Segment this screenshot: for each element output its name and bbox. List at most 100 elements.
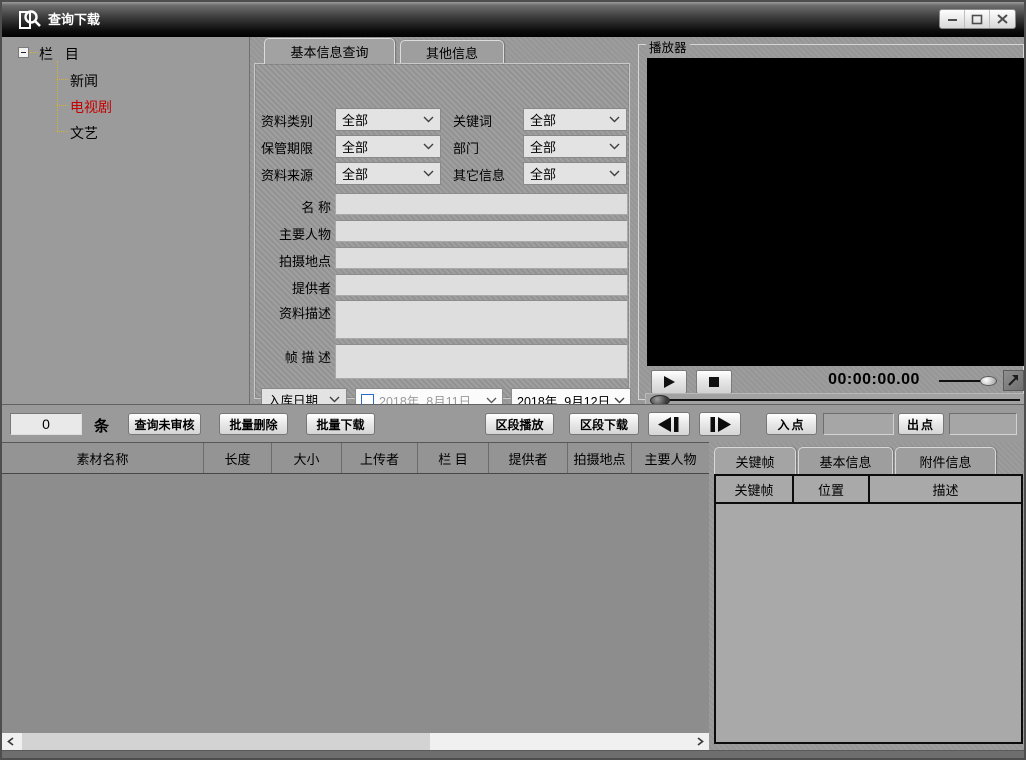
- minimize-button[interactable]: [940, 10, 965, 28]
- label-main-characters: 主要人物: [257, 224, 331, 243]
- tree-expand-toggle[interactable]: [18, 47, 29, 58]
- query-form-area: 基本信息查询 其他信息 资料类别 全部 关键词 全部 保管期限 全部 部门 全部: [250, 37, 634, 404]
- scroll-left-button[interactable]: [2, 733, 19, 750]
- label-shooting-location: 拍摄地点: [257, 251, 331, 270]
- detail-panel: 关键帧 基本信息 附件信息 关键帧 位置 描述: [709, 442, 1026, 750]
- dropdown-other-information[interactable]: 全部: [523, 162, 627, 185]
- tab-basic-info[interactable]: 基本信息: [798, 447, 893, 474]
- tree-item-arts[interactable]: 文艺: [70, 123, 98, 143]
- label-material-source: 资料来源: [261, 165, 313, 184]
- kf-column-header-description[interactable]: 描述: [870, 476, 1021, 502]
- segment-download-button[interactable]: 区段下载: [569, 413, 639, 435]
- chevron-right-icon: [697, 737, 704, 746]
- column-header-column[interactable]: 栏 目: [418, 443, 489, 473]
- column-header-length[interactable]: 长度: [204, 443, 272, 473]
- timecode-display: 00:00:00.00: [789, 371, 959, 389]
- keyframe-table-header: 关键帧 位置 描述: [716, 476, 1021, 504]
- dropdown-value: 全部: [530, 137, 556, 156]
- label-other-information: 其它信息: [453, 165, 505, 184]
- title-bar: 查询下载: [2, 2, 1024, 37]
- chevron-down-icon: [609, 143, 620, 150]
- tab-keyframe[interactable]: 关键帧: [714, 447, 796, 474]
- column-header-material-name[interactable]: 素材名称: [2, 443, 204, 473]
- player-groupbox: 00:00:00.00: [638, 44, 1024, 400]
- window-title: 查询下载: [48, 2, 100, 37]
- results-table-header: 素材名称 长度 大小 上传者 栏 目 提供者 拍摄地点 主要人物: [2, 443, 709, 474]
- out-point-button[interactable]: 出点: [898, 413, 944, 435]
- main-characters-input[interactable]: [335, 220, 628, 242]
- dropdown-material-category[interactable]: 全部: [335, 108, 441, 131]
- dropdown-department[interactable]: 全部: [523, 135, 627, 158]
- tab-basic-info-query[interactable]: 基本信息查询: [264, 38, 395, 64]
- material-description-textarea[interactable]: [335, 300, 628, 339]
- dropdown-value: 全部: [342, 110, 368, 129]
- kf-column-header-keyframe[interactable]: 关键帧: [716, 476, 794, 502]
- stop-button[interactable]: [696, 370, 732, 394]
- frame-description-textarea[interactable]: [335, 344, 628, 379]
- column-header-size[interactable]: 大小: [272, 443, 342, 473]
- maximize-icon: [971, 14, 983, 25]
- in-point-button[interactable]: 入点: [766, 413, 817, 435]
- volume-knob[interactable]: [980, 376, 997, 386]
- query-panel: 资料类别 全部 关键词 全部 保管期限 全部 部门 全部 资料来源 全: [254, 63, 630, 399]
- tab-other-info[interactable]: 其他信息: [400, 40, 504, 64]
- maximize-button[interactable]: [965, 10, 990, 28]
- tree-item-tv-drama[interactable]: 电视剧: [70, 97, 112, 117]
- dropdown-value: 全部: [530, 164, 556, 183]
- chevron-left-icon: [7, 737, 14, 746]
- play-button[interactable]: [651, 370, 687, 394]
- out-point-field[interactable]: [949, 413, 1017, 435]
- results-table-body[interactable]: [2, 474, 709, 733]
- dropdown-value: 全部: [530, 110, 556, 129]
- scrollbar-thumb[interactable]: [22, 733, 430, 750]
- chevron-down-icon: [423, 170, 434, 177]
- fullscreen-button[interactable]: [1003, 370, 1024, 391]
- tab-attachment-info[interactable]: 附件信息: [895, 447, 996, 474]
- tree-connector: [57, 131, 68, 132]
- label-keyword: 关键词: [453, 111, 492, 130]
- label-material-description: 资料描述: [257, 303, 331, 322]
- chevron-down-icon: [609, 170, 620, 177]
- horizontal-scrollbar[interactable]: [2, 733, 709, 750]
- close-button[interactable]: [990, 10, 1015, 28]
- keyframe-table: 关键帧 位置 描述: [714, 474, 1023, 744]
- tree-item-news[interactable]: 新闻: [70, 71, 98, 91]
- dropdown-storage-period[interactable]: 全部: [335, 135, 441, 158]
- video-display: [647, 58, 1025, 366]
- tree-root-label[interactable]: 栏 目: [39, 44, 83, 64]
- label-provider: 提供者: [257, 278, 331, 297]
- label-frame-description: 帧 描 述: [257, 347, 331, 366]
- column-header-main-characters[interactable]: 主要人物: [632, 443, 709, 473]
- name-input[interactable]: [335, 193, 628, 215]
- dropdown-material-source[interactable]: 全部: [335, 162, 441, 185]
- batch-delete-button[interactable]: 批量删除: [219, 413, 288, 435]
- dropdown-keyword[interactable]: 全部: [523, 108, 627, 131]
- results-table: 素材名称 长度 大小 上传者 栏 目 提供者 拍摄地点 主要人物: [2, 442, 709, 750]
- chevron-down-icon: [609, 116, 620, 123]
- diagonal-arrow-icon: [1007, 374, 1020, 387]
- segment-play-button[interactable]: 区段播放: [485, 413, 554, 435]
- tree-connector: [57, 105, 68, 106]
- chevron-down-icon: [614, 397, 625, 404]
- step-back-button[interactable]: [648, 412, 690, 436]
- column-header-provider[interactable]: 提供者: [489, 443, 568, 473]
- keyframe-table-body[interactable]: [716, 504, 1021, 742]
- player-legend: 播放器: [646, 37, 690, 56]
- column-header-uploader[interactable]: 上传者: [342, 443, 418, 473]
- scroll-right-button[interactable]: [692, 733, 709, 750]
- column-header-location[interactable]: 拍摄地点: [568, 443, 632, 473]
- chevron-down-icon: [486, 397, 497, 404]
- batch-download-button[interactable]: 批量下载: [306, 413, 375, 435]
- tree-connector: [30, 52, 38, 53]
- query-unreviewed-button[interactable]: 查询未审核: [128, 413, 201, 435]
- label-department: 部门: [453, 138, 479, 157]
- tree-connector: [57, 79, 68, 80]
- shooting-location-input[interactable]: [335, 247, 628, 269]
- chevron-down-icon: [423, 116, 434, 123]
- category-tree-panel: 栏 目 新闻 电视剧 文艺: [2, 37, 250, 404]
- in-point-field[interactable]: [823, 413, 894, 435]
- kf-column-header-position[interactable]: 位置: [794, 476, 870, 502]
- window-bottom-edge: [2, 750, 1026, 760]
- provider-input[interactable]: [335, 274, 628, 296]
- step-forward-button[interactable]: [699, 412, 741, 436]
